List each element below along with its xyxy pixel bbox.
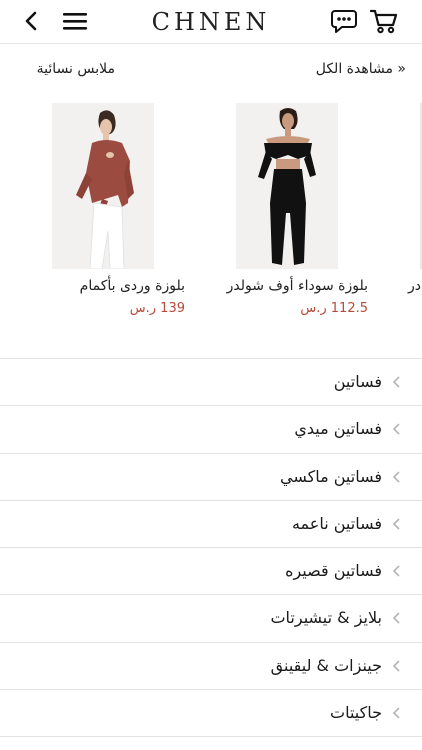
product-image[interactable] [236,103,338,269]
chevron-left-icon [392,565,400,577]
chevron-left-icon [392,423,400,435]
category-item[interactable]: فساتين قصيره [0,548,422,596]
product-name[interactable]: در [408,278,421,294]
chat-bubble-icon [331,10,357,33]
cart-button[interactable] [369,6,399,36]
section-header: ملابس نسائية « مشاهدة الكل [0,58,422,84]
category-item[interactable]: فساتين ميدي [0,406,422,454]
product-carousel[interactable]: بلوزة وردى بأكمام 139 ر.س بلوزة سوداء أو… [0,100,422,330]
category-item[interactable]: جينزات & ليقينق [0,643,422,691]
category-list: فساتين فساتين ميدي فساتين ماكسي فساتين ن… [0,358,422,738]
section-title: ملابس نسائية [36,61,115,77]
top-navigation-bar: CHNEN [0,0,422,44]
product-price: 139 ر.س [129,301,185,316]
category-label: فساتين ماكسي [279,466,382,486]
chevron-left-icon [392,471,400,483]
chevron-left-icon [392,707,400,719]
chat-button[interactable] [329,6,359,36]
category-label: جينزات & ليقينق [270,655,382,675]
product-price: 112.5 ر.س [300,301,368,316]
view-all-link[interactable]: « مشاهدة الكل [316,61,406,77]
category-label: فساتين ناعمه [291,513,382,533]
shopping-cart-icon [369,9,398,34]
category-label: فساتين [333,372,382,391]
category-item[interactable]: فساتين ناعمه [0,501,422,549]
chevron-left-icon [392,612,400,625]
product-name[interactable]: بلوزة وردى بأكمام [80,278,185,294]
chevron-left-icon [392,376,400,388]
product-name[interactable]: بلوزة سوداء أوف شولدر [227,278,368,294]
category-item[interactable]: بلايز & تيشيرتات [0,595,422,643]
category-item[interactable]: جاكيتات [0,690,422,738]
category-label: جاكيتات [330,703,382,723]
woman-in-black-off-shoulder-outfit-photo [236,103,338,269]
chevron-left-icon [392,660,400,672]
category-label: فساتين قصيره [285,561,382,581]
chevron-left-icon [392,518,400,530]
woman-in-rust-wrap-blouse-photo [52,103,154,269]
category-label: بلايز & تيشيرتات [270,608,382,628]
category-item[interactable]: فساتين ماكسي [0,454,422,501]
product-image[interactable] [52,103,154,269]
category-label: فساتين ميدي [294,419,382,439]
category-item[interactable]: فساتين [0,359,422,407]
